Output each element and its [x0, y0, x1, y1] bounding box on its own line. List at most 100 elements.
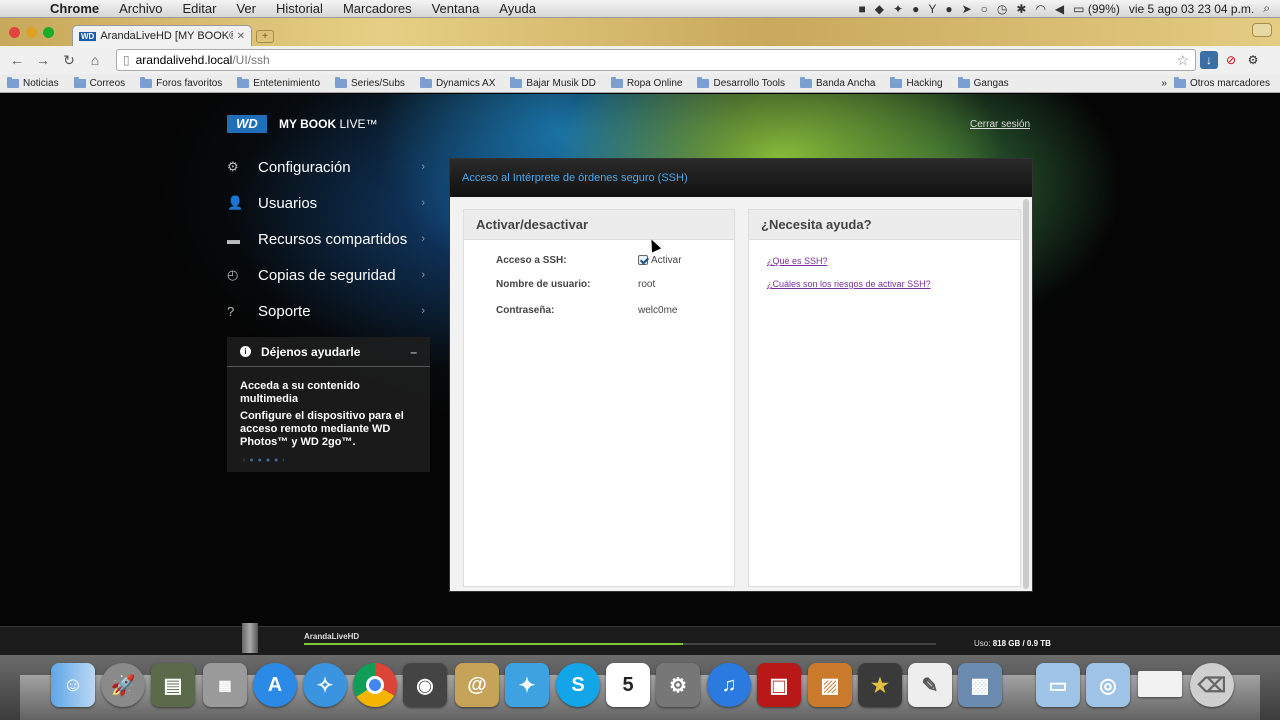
- bookmark-foros[interactable]: Foros favoritos: [140, 76, 222, 89]
- bookmark-correos[interactable]: Correos: [73, 76, 125, 89]
- chrome-icon[interactable]: [353, 663, 397, 707]
- chat-icon[interactable]: ●: [945, 2, 952, 16]
- timemachine-icon[interactable]: ◷: [997, 2, 1007, 16]
- fullscreen-button[interactable]: [1252, 23, 1272, 37]
- wifi-icon[interactable]: ◠: [1035, 2, 1045, 16]
- home-icon[interactable]: ⌂: [84, 52, 106, 68]
- antenna-icon[interactable]: Y: [928, 2, 936, 16]
- calculator-icon[interactable]: ▦: [203, 663, 247, 707]
- spotlight-search-icon[interactable]: ⌕: [1263, 1, 1270, 16]
- menu-app-chrome[interactable]: Chrome: [40, 1, 109, 16]
- bubble-icon[interactable]: ○: [981, 2, 988, 16]
- bookmark-dynamics[interactable]: Dynamics AX: [419, 76, 495, 89]
- menu-editar[interactable]: Editar: [172, 1, 226, 16]
- extension-download-icon[interactable]: ↓: [1200, 51, 1218, 69]
- info-icon: i: [240, 346, 251, 357]
- help-card: ¿Necesita ayuda? ¿Qué es SSH? ¿Cuáles so…: [748, 209, 1021, 587]
- nav-item-soporte[interactable]: ? Soporte ›: [227, 293, 430, 329]
- bookmarks-overflow-icon[interactable]: »: [1161, 78, 1167, 89]
- contacts-icon[interactable]: @: [455, 663, 499, 707]
- camera-icon[interactable]: ■: [859, 2, 866, 16]
- battery-status[interactable]: ▭ (99%): [1073, 2, 1120, 16]
- what-is-ssh-link[interactable]: ¿Qué es SSH?: [767, 256, 828, 266]
- chevron-right-icon: ›: [421, 269, 425, 281]
- address-bar[interactable]: ▯ arandalivehd.local/UI/ssh ☆: [116, 49, 1196, 71]
- nav-item-configuracion[interactable]: ⚙ Configuración ›: [227, 149, 430, 185]
- bluetooth-icon[interactable]: ✱: [1016, 2, 1026, 16]
- menu-ver[interactable]: Ver: [226, 1, 266, 16]
- bookmark-musik[interactable]: Bajar Musik DD: [510, 76, 596, 89]
- menu-ventana[interactable]: Ventana: [422, 1, 490, 16]
- skype-icon[interactable]: S: [556, 663, 600, 707]
- menu-archivo[interactable]: Archivo: [109, 1, 172, 16]
- safari-icon[interactable]: ✧: [303, 663, 347, 707]
- utility-icon[interactable]: ▤: [151, 663, 195, 707]
- reload-icon[interactable]: ↻: [58, 52, 80, 69]
- footer-grip[interactable]: [242, 623, 258, 653]
- nav-item-copias[interactable]: ◴ Copias de seguridad ›: [227, 257, 430, 293]
- forward-arrow-icon[interactable]: →: [32, 52, 54, 68]
- system-preferences-icon[interactable]: ⚙: [656, 663, 700, 707]
- twitter-icon[interactable]: ✦: [893, 2, 903, 16]
- dropbox-icon[interactable]: ◆: [875, 2, 884, 16]
- new-tab-button[interactable]: +: [256, 30, 274, 43]
- close-tab-icon[interactable]: ✕: [237, 31, 245, 42]
- back-arrow-icon[interactable]: ←: [6, 52, 28, 68]
- appstore-icon[interactable]: A: [253, 663, 297, 707]
- gear-icon: ⚙: [227, 159, 239, 174]
- preview-icon[interactable]: ▩: [958, 663, 1002, 707]
- skype-icon[interactable]: ●: [912, 2, 919, 16]
- volume-icon[interactable]: ◀: [1055, 2, 1064, 16]
- bookmark-hacking[interactable]: Hacking: [890, 76, 943, 89]
- folder-icon: [73, 76, 86, 88]
- menu-ayuda[interactable]: Ayuda: [489, 1, 546, 16]
- launchpad-icon[interactable]: 🚀: [101, 663, 145, 707]
- carousel-dots[interactable]: ‹ ● ● ● ● ›: [243, 457, 285, 464]
- extension-adblock-icon[interactable]: ⊘: [1222, 51, 1240, 69]
- bookmark-star-icon[interactable]: ☆: [1176, 52, 1189, 69]
- nav-item-recursos[interactable]: ▬ Recursos compartidos ›: [227, 221, 430, 257]
- bookmark-noticias[interactable]: Noticias: [7, 76, 59, 89]
- clock[interactable]: vie 5 ago 03 23 04 p.m.: [1129, 2, 1254, 16]
- photo-booth-icon[interactable]: ▣: [757, 663, 801, 707]
- zoom-window-button[interactable]: [43, 27, 54, 38]
- panel-scrollbar[interactable]: [1023, 199, 1029, 589]
- cursor-icon[interactable]: ➤: [962, 2, 972, 16]
- collapse-icon[interactable]: –: [410, 345, 417, 359]
- menu-marcadores[interactable]: Marcadores: [333, 1, 422, 16]
- carousel-next-icon[interactable]: ›: [282, 457, 284, 464]
- twitter-icon[interactable]: ✦: [505, 663, 549, 707]
- documents-stack-icon[interactable]: [1138, 671, 1182, 697]
- ssh-risks-link[interactable]: ¿Cuáles son los riesgos de activar SSH?: [767, 279, 931, 289]
- downloads-folder-icon[interactable]: ◎: [1086, 663, 1130, 707]
- menu-historial[interactable]: Historial: [266, 1, 333, 16]
- minimize-window-button[interactable]: [26, 27, 37, 38]
- trash-icon[interactable]: ⌫: [1190, 663, 1234, 707]
- checkbox-checked-icon[interactable]: [638, 255, 648, 266]
- chevron-right-icon: ›: [421, 233, 425, 245]
- logout-link[interactable]: Cerrar sesión: [970, 119, 1030, 130]
- battery-icon: ▭: [1073, 1, 1088, 16]
- bookmark-gangas[interactable]: Gangas: [957, 76, 1009, 89]
- browser-tab-active[interactable]: WD ArandaLiveHD [MY BOOK® L ✕: [72, 25, 252, 46]
- carousel-prev-icon[interactable]: ‹: [243, 457, 245, 464]
- facetime-icon[interactable]: ◉: [403, 663, 447, 707]
- bookmark-otros[interactable]: Otros marcadores: [1173, 76, 1270, 89]
- bookmark-entretenimiento[interactable]: Entetenimiento: [237, 76, 320, 89]
- bookmark-banda[interactable]: Banda Ancha: [799, 76, 875, 89]
- help-box-header[interactable]: i Déjenos ayudarle –: [227, 337, 430, 367]
- finder-icon[interactable]: ☺: [51, 663, 95, 707]
- applications-folder-icon[interactable]: ▭: [1036, 663, 1080, 707]
- imovie-icon[interactable]: ★: [858, 663, 902, 707]
- ssh-activate-checkbox[interactable]: Activar: [638, 255, 682, 266]
- calendar-icon[interactable]: 5: [606, 663, 650, 707]
- iphoto-icon[interactable]: ▨: [808, 663, 852, 707]
- bookmark-series[interactable]: Series/Subs: [335, 76, 405, 89]
- itunes-icon[interactable]: ♫: [707, 663, 751, 707]
- close-window-button[interactable]: [9, 27, 20, 38]
- nav-item-usuarios[interactable]: 👤 Usuarios ›: [227, 185, 430, 221]
- bookmark-desarrollo[interactable]: Desarrollo Tools: [697, 76, 785, 89]
- wrench-menu-icon[interactable]: ⚙: [1244, 51, 1262, 69]
- textedit-icon[interactable]: ✎: [908, 663, 952, 707]
- bookmark-ropa[interactable]: Ropa Online: [610, 76, 682, 89]
